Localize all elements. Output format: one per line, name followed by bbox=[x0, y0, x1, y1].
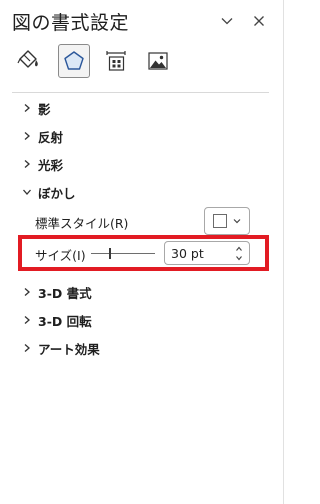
section-glow[interactable]: 光彩 bbox=[22, 154, 63, 174]
section-3d-format[interactable]: 3-D 書式 bbox=[22, 282, 92, 302]
section-soft-edges[interactable]: ぼかし bbox=[22, 182, 76, 202]
tab-effects[interactable] bbox=[58, 44, 90, 78]
highlight-box bbox=[18, 235, 269, 271]
section-label: 光彩 bbox=[38, 157, 64, 173]
section-3d-rotation[interactable]: 3-D 回転 bbox=[22, 310, 92, 330]
chevron-right-icon bbox=[22, 103, 32, 113]
chevron-down-icon bbox=[233, 219, 241, 224]
section-label: 3-D 書式 bbox=[38, 285, 92, 301]
chevron-right-icon bbox=[22, 315, 32, 325]
pentagon-icon bbox=[64, 51, 84, 70]
section-label: 影 bbox=[38, 101, 51, 117]
close-pane-button[interactable] bbox=[250, 12, 268, 30]
section-reflection[interactable]: 反射 bbox=[22, 126, 63, 146]
size-properties-icon bbox=[106, 51, 126, 71]
section-label: アート効果 bbox=[38, 341, 100, 357]
preset-dropdown-button[interactable] bbox=[204, 207, 250, 235]
chevron-right-icon bbox=[22, 159, 32, 169]
chevron-right-icon bbox=[22, 131, 32, 141]
chevron-down-icon bbox=[221, 18, 233, 25]
chevron-right-icon bbox=[22, 287, 32, 297]
tab-separator bbox=[12, 92, 269, 93]
close-icon bbox=[254, 16, 264, 26]
section-shadow[interactable]: 影 bbox=[22, 98, 51, 118]
section-label: ぼかし bbox=[38, 185, 76, 201]
section-label: 3-D 回転 bbox=[38, 313, 92, 329]
pane-title: 図の書式設定 bbox=[12, 12, 130, 34]
format-picture-pane: 図の書式設定 影 反射 光彩 ぼかし 標準スタイル(R) サイズ(I) 30 p… bbox=[0, 0, 284, 504]
tab-size-properties[interactable] bbox=[100, 44, 132, 78]
tab-fill-line[interactable] bbox=[12, 44, 44, 78]
section-artistic-effects[interactable]: アート効果 bbox=[22, 338, 100, 358]
preset-swatch bbox=[213, 214, 227, 228]
section-label: 反射 bbox=[38, 129, 64, 145]
chevron-right-icon bbox=[22, 343, 32, 353]
tab-picture[interactable] bbox=[142, 44, 174, 78]
paint-bucket-icon bbox=[17, 50, 38, 68]
picture-icon bbox=[148, 52, 168, 70]
preset-label: 標準スタイル(R) bbox=[35, 216, 129, 231]
task-pane-options-button[interactable] bbox=[218, 12, 236, 30]
chevron-down-icon bbox=[22, 187, 32, 197]
